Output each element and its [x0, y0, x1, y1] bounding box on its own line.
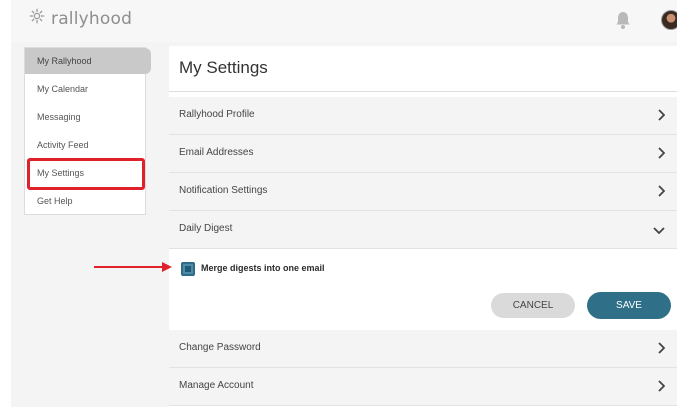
merge-digests-label: Merge digests into one email [201, 263, 325, 273]
page-title: My Settings [179, 58, 268, 77]
section-email-addresses[interactable]: Email Addresses [169, 135, 677, 173]
sidebar-item-messaging[interactable]: Messaging [25, 104, 145, 130]
section-label: Daily Digest [179, 223, 233, 234]
top-bar: rallyhood [11, 0, 677, 42]
section-label: Manage Account [179, 380, 254, 391]
chevron-right-icon [657, 147, 666, 162]
cancel-button[interactable]: CANCEL [491, 293, 575, 318]
merge-digests-checkbox[interactable] [181, 262, 195, 276]
sidebar-item-my-rallyhood[interactable]: My Rallyhood [25, 48, 151, 74]
section-label: Email Addresses [179, 147, 254, 158]
section-notification-settings[interactable]: Notification Settings [169, 173, 677, 211]
sidebar-item-label: Get Help [37, 196, 73, 206]
section-label: Notification Settings [179, 185, 268, 196]
sidebar-item-label: My Calendar [37, 84, 89, 94]
section-change-password[interactable]: Change Password [169, 330, 677, 368]
active-tab-indicator [143, 48, 151, 74]
section-manage-account[interactable]: Manage Account [169, 368, 677, 406]
sidebar-item-get-help[interactable]: Get Help [25, 188, 145, 214]
chevron-right-icon [657, 109, 666, 124]
sidebar-item-label: My Rallyhood [37, 56, 92, 66]
daily-digest-content: Merge digests into one email CANCEL SAVE [169, 249, 677, 329]
highlight-box [27, 158, 145, 190]
logo-text: rallyhood [51, 8, 133, 29]
section-label: Change Password [179, 342, 261, 353]
chevron-down-icon [653, 223, 665, 237]
logo[interactable]: rallyhood [29, 8, 132, 29]
sidebar-item-label: Activity Feed [37, 140, 89, 150]
section-label: Rallyhood Profile [179, 109, 255, 120]
section-rallyhood-profile[interactable]: Rallyhood Profile [169, 97, 677, 135]
sidebar-item-my-calendar[interactable]: My Calendar [25, 76, 145, 102]
save-button[interactable]: SAVE [587, 292, 671, 319]
bell-icon[interactable] [615, 10, 631, 35]
sidebar-item-label: Messaging [37, 112, 81, 122]
avatar[interactable] [661, 10, 677, 30]
gear-flower-icon [29, 8, 45, 29]
chevron-right-icon [657, 342, 666, 357]
checkbox-check-mark [185, 266, 191, 272]
chevron-right-icon [657, 185, 666, 200]
panel-header: My Settings [169, 46, 677, 92]
chevron-right-icon [657, 380, 666, 395]
section-daily-digest[interactable]: Daily Digest [169, 211, 677, 249]
annotation-arrow-icon [94, 260, 174, 278]
sidebar-item-activity-feed[interactable]: Activity Feed [25, 132, 145, 158]
